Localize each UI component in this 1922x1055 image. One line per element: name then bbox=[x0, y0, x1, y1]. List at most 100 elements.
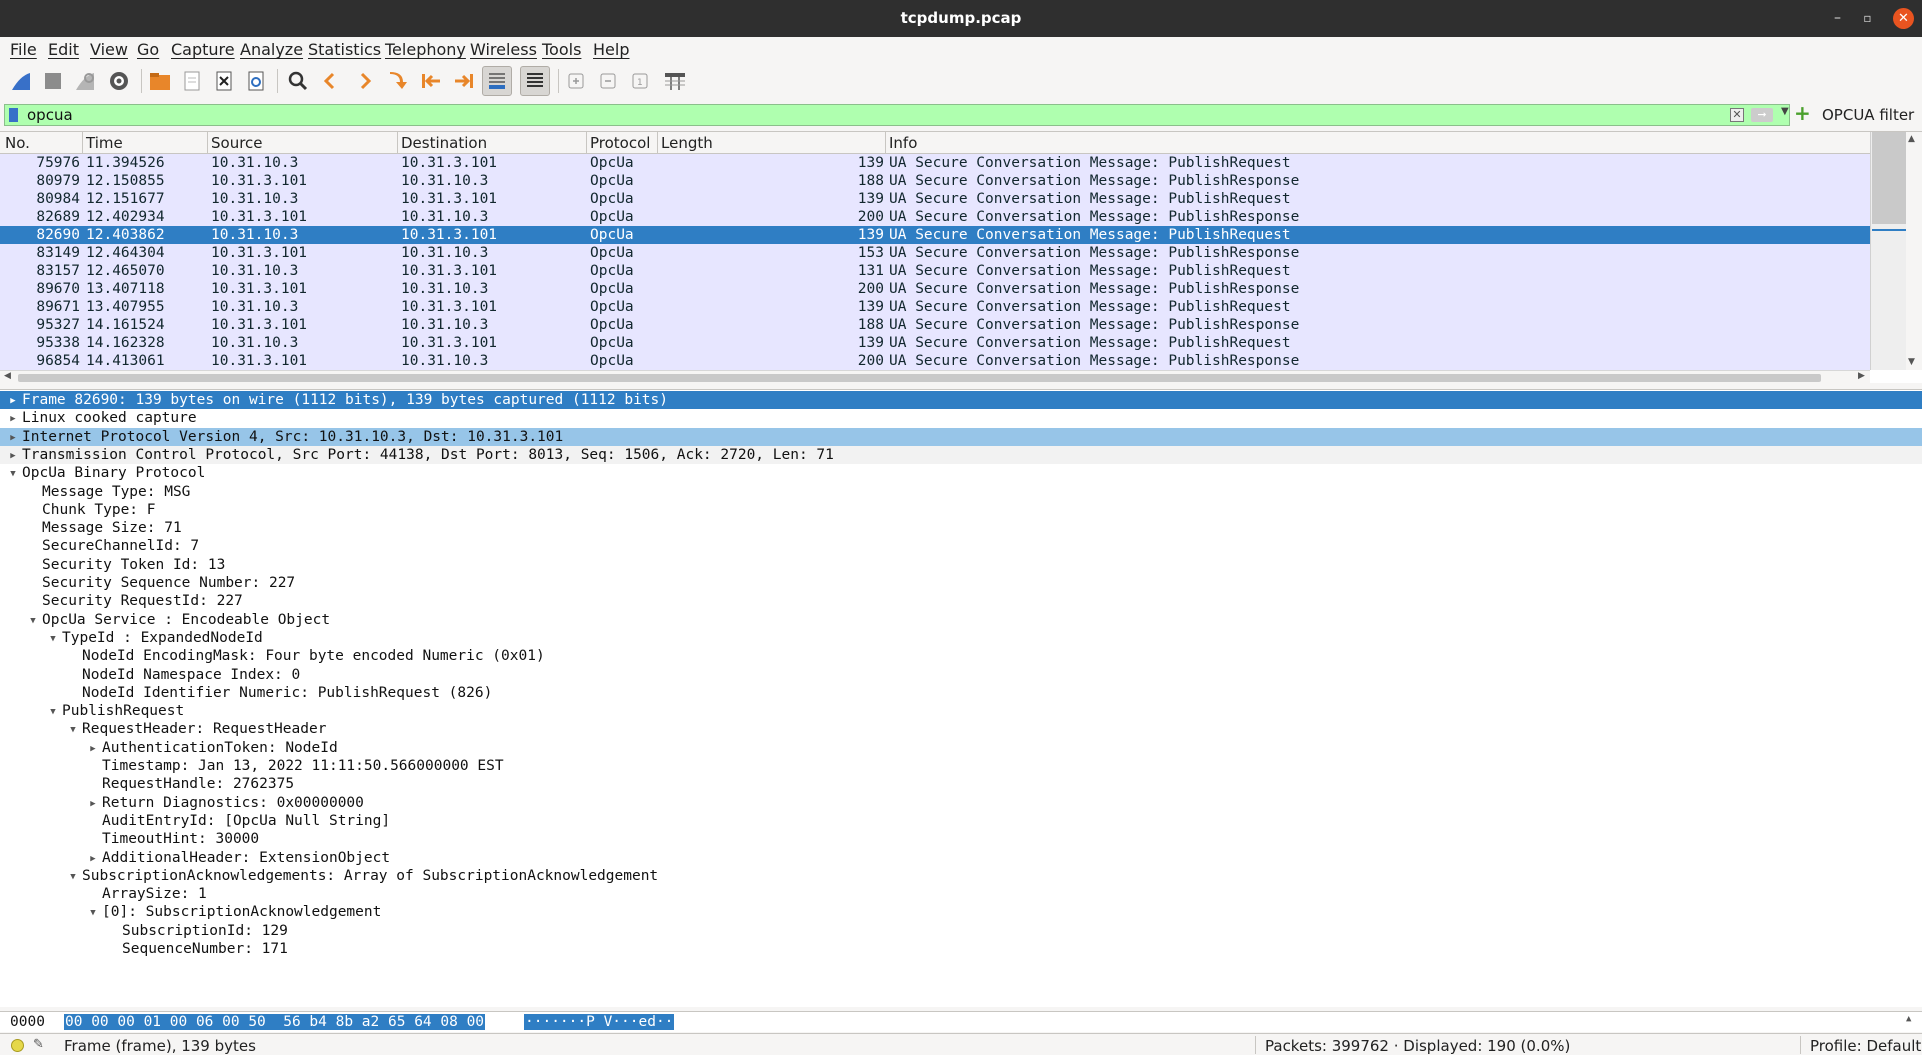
tree-item[interactable]: SubscriptionId: 129 bbox=[0, 922, 288, 940]
clear-filter-icon[interactable]: ✕ bbox=[1730, 108, 1744, 122]
save-file-icon[interactable] bbox=[177, 66, 207, 96]
tree-item[interactable]: SequenceNumber: 171 bbox=[0, 940, 288, 958]
tree-item[interactable]: ▶ Transmission Control Protocol, Src Port… bbox=[0, 445, 1922, 464]
go-back-icon[interactable] bbox=[315, 66, 345, 96]
status-profile[interactable]: Profile: Default bbox=[1810, 1037, 1921, 1055]
expand-arrow-icon[interactable]: ▶ bbox=[88, 850, 98, 868]
scroll-up-icon[interactable]: ▲ bbox=[1908, 134, 1915, 144]
packet-list-vertical-scrollbar[interactable]: ▲ ▼ bbox=[1870, 132, 1922, 370]
column-header-destination[interactable]: Destination bbox=[401, 134, 487, 152]
tree-item[interactable]: RequestHandle: 2762375 bbox=[0, 775, 294, 793]
tree-item[interactable]: ▶ Linux cooked capture bbox=[0, 409, 196, 428]
tree-item[interactable]: Chunk Type: F bbox=[0, 501, 156, 519]
normal-size-icon[interactable]: 1 bbox=[625, 66, 655, 96]
maximize-button[interactable]: ▫ bbox=[1857, 8, 1878, 29]
tree-item[interactable]: NodeId Namespace Index: 0 bbox=[0, 666, 300, 684]
table-row[interactable]: 83157 12.465070 10.31.10.3 10.31.3.101 OpcUa… bbox=[0, 262, 1870, 280]
find-icon[interactable] bbox=[283, 66, 313, 96]
shark-fin-start-icon[interactable] bbox=[6, 66, 36, 96]
minimap-thumb[interactable] bbox=[1872, 132, 1906, 224]
tree-item[interactable]: ▼ TypeId : ExpandedNodeId bbox=[0, 629, 263, 647]
collapse-arrow-icon[interactable]: ▼ bbox=[88, 904, 98, 922]
table-row[interactable]: 95327 14.161524 10.31.3.101 10.31.10.3 OpcUa… bbox=[0, 316, 1870, 334]
menu-view[interactable]: View bbox=[90, 40, 128, 59]
tree-item[interactable]: Timestamp: Jan 13, 2022 11:11:50.5660000… bbox=[0, 757, 504, 775]
horizontal-scroll-thumb[interactable] bbox=[18, 374, 1821, 382]
tree-item[interactable]: Message Type: MSG bbox=[0, 483, 190, 501]
expand-arrow-icon[interactable]: ▶ bbox=[88, 795, 98, 813]
tree-item[interactable]: SecureChannelId: 7 bbox=[0, 537, 199, 555]
column-header-protocol[interactable]: Protocol bbox=[590, 134, 650, 152]
capture-comment-icon[interactable]: ✎ bbox=[33, 1037, 44, 1052]
expert-info-icon[interactable] bbox=[11, 1039, 24, 1052]
table-row[interactable]: 80984 12.151677 10.31.10.3 10.31.3.101 OpcUa… bbox=[0, 190, 1870, 208]
resize-columns-icon[interactable] bbox=[660, 66, 690, 96]
expand-arrow-icon[interactable]: ▶ bbox=[88, 740, 98, 758]
collapse-arrow-icon[interactable]: ▼ bbox=[8, 465, 18, 483]
open-file-icon[interactable] bbox=[145, 66, 175, 96]
menu-help[interactable]: Help bbox=[593, 40, 629, 59]
expand-arrow-icon[interactable]: ▶ bbox=[8, 410, 18, 428]
display-filter-input[interactable] bbox=[27, 105, 1727, 125]
tree-item[interactable]: ArraySize: 1 bbox=[0, 885, 207, 903]
table-row[interactable]: 89670 13.407118 10.31.3.101 10.31.10.3 OpcUa… bbox=[0, 280, 1870, 298]
menu-capture[interactable]: Capture bbox=[171, 40, 235, 59]
packet-list-horizontal-scrollbar[interactable]: ◀ ▶ bbox=[0, 370, 1870, 384]
expand-arrow-icon[interactable]: ▶ bbox=[8, 429, 18, 447]
tree-item[interactable]: ▼ PublishRequest bbox=[0, 702, 184, 720]
go-forward-icon[interactable] bbox=[350, 66, 380, 96]
collapse-arrow-icon[interactable]: ▼ bbox=[48, 630, 58, 648]
menu-telephony[interactable]: Telephony bbox=[385, 40, 466, 59]
table-row[interactable]: 83149 12.464304 10.31.3.101 10.31.10.3 OpcUa… bbox=[0, 244, 1870, 262]
table-row-selected[interactable]: 82690 12.403862 10.31.10.3 10.31.3.101 OpcUa… bbox=[0, 226, 1870, 244]
capture-options-icon[interactable] bbox=[104, 66, 134, 96]
zoom-in-icon[interactable] bbox=[561, 66, 591, 96]
restart-icon[interactable] bbox=[70, 66, 100, 96]
tree-item[interactable]: ▶ Frame 82690: 139 bytes on wire (1112 bi… bbox=[0, 391, 1922, 409]
bytes-scroll-icon[interactable]: ▲ bbox=[1906, 1014, 1911, 1024]
table-row[interactable]: 75976 11.394526 10.31.10.3 10.31.3.101 OpcUa… bbox=[0, 154, 1870, 172]
last-packet-icon[interactable] bbox=[449, 66, 479, 96]
collapse-arrow-icon[interactable]: ▼ bbox=[68, 868, 78, 886]
table-row[interactable]: 95338 14.162328 10.31.10.3 10.31.3.101 OpcUa… bbox=[0, 334, 1870, 352]
tree-item[interactable]: ▶ AdditionalHeader: ExtensionObject bbox=[0, 849, 390, 867]
add-filter-button-icon[interactable]: + bbox=[1794, 103, 1811, 123]
menu-tools[interactable]: Tools bbox=[542, 40, 581, 59]
tree-item[interactable]: ▶ Internet Protocol Version 4, Src: 10.31… bbox=[0, 427, 1922, 447]
menu-analyze[interactable]: Analyze bbox=[240, 40, 303, 59]
scroll-left-icon[interactable]: ◀ bbox=[4, 371, 11, 381]
column-header-no[interactable]: No. bbox=[5, 134, 30, 152]
column-header-time[interactable]: Time bbox=[86, 134, 123, 152]
tree-item[interactable]: AuditEntryId: [OpcUa Null String] bbox=[0, 812, 390, 830]
zoom-out-icon[interactable] bbox=[593, 66, 623, 96]
table-row[interactable]: 96854 14.413061 10.31.3.101 10.31.10.3 OpcUa… bbox=[0, 352, 1870, 370]
close-file-icon[interactable] bbox=[209, 66, 239, 96]
colorize-icon[interactable] bbox=[520, 66, 550, 96]
menu-edit[interactable]: Edit bbox=[48, 40, 79, 59]
tree-item[interactable]: ▼ OpcUa Binary Protocol bbox=[0, 464, 205, 482]
minimize-button[interactable]: – bbox=[1827, 8, 1848, 29]
packet-minimap[interactable] bbox=[1870, 132, 1906, 370]
collapse-arrow-icon[interactable]: ▼ bbox=[28, 612, 38, 630]
tree-item[interactable]: Security RequestId: 227 bbox=[0, 592, 243, 610]
apply-filter-icon[interactable]: ➞ bbox=[1751, 108, 1773, 122]
tree-item[interactable]: ▼ RequestHeader: RequestHeader bbox=[0, 720, 326, 738]
stop-icon[interactable] bbox=[38, 66, 68, 96]
menu-statistics[interactable]: Statistics bbox=[308, 40, 381, 59]
filter-button-opcua[interactable]: OPCUA filter bbox=[1822, 106, 1914, 124]
column-header-source[interactable]: Source bbox=[211, 134, 263, 152]
close-button[interactable]: ✕ bbox=[1893, 8, 1914, 29]
autoscroll-icon[interactable] bbox=[482, 66, 512, 96]
bookmark-icon[interactable] bbox=[9, 108, 18, 122]
column-header-info[interactable]: Info bbox=[889, 134, 917, 152]
chevron-down-icon[interactable]: ▼ bbox=[1781, 106, 1789, 117]
expand-arrow-icon[interactable]: ▶ bbox=[8, 392, 18, 410]
menu-file[interactable]: File bbox=[10, 40, 37, 59]
menu-go[interactable]: Go bbox=[137, 40, 159, 59]
go-to-packet-icon[interactable] bbox=[382, 66, 412, 96]
scroll-down-icon[interactable]: ▼ bbox=[1908, 357, 1915, 367]
menu-wireless[interactable]: Wireless bbox=[470, 40, 537, 59]
tree-item[interactable]: ▶ Return Diagnostics: 0x00000000 bbox=[0, 794, 364, 812]
reload-icon[interactable] bbox=[241, 66, 271, 96]
first-packet-icon[interactable] bbox=[416, 66, 446, 96]
